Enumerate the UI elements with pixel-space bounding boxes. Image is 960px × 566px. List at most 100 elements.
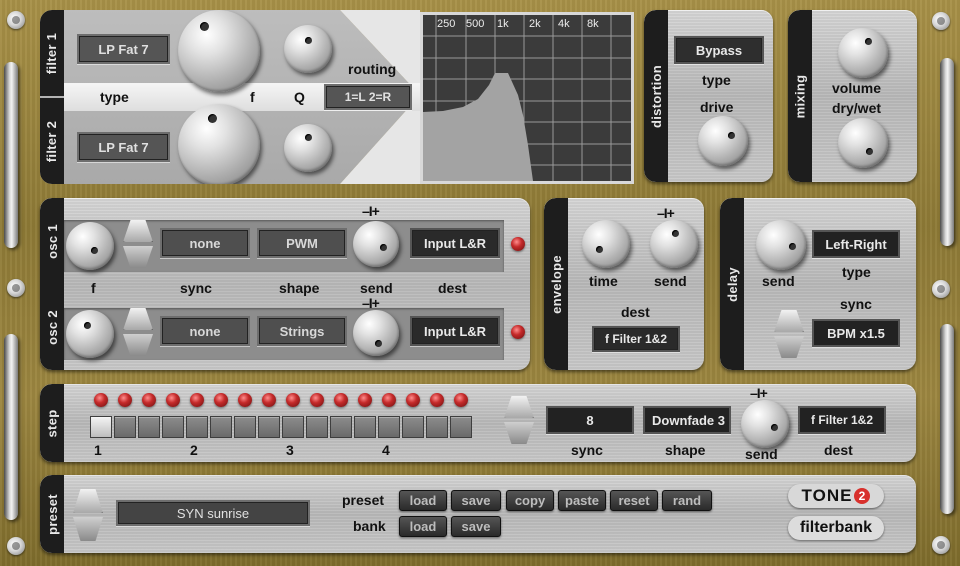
- step-send-knob[interactable]: [741, 400, 789, 448]
- step-led: [94, 393, 108, 407]
- arrow-up-icon[interactable]: [73, 489, 103, 513]
- delay-sync-display[interactable]: BPM x1.5: [812, 319, 900, 347]
- screw-icon: [932, 12, 950, 30]
- paste-button[interactable]: paste: [558, 490, 606, 511]
- step-button[interactable]: [90, 416, 112, 438]
- step-button[interactable]: [306, 416, 328, 438]
- bank-save-button[interactable]: save: [451, 516, 501, 537]
- step-sync-display[interactable]: 8: [546, 406, 634, 434]
- beat-label: 1: [94, 442, 102, 458]
- arrow-down-icon[interactable]: [504, 422, 534, 444]
- bank-load-button[interactable]: load: [399, 516, 447, 537]
- osc1-sync-spinner[interactable]: [123, 220, 153, 268]
- osc2-send-knob[interactable]: [353, 310, 399, 356]
- envelope-send-knob[interactable]: [650, 220, 698, 268]
- delay-send-knob[interactable]: [756, 220, 806, 270]
- step-panel: step 1 2 3 4 8 sync Downfade 3 shape –I+…: [40, 384, 916, 462]
- distortion-drive-knob[interactable]: [698, 116, 748, 166]
- step-button[interactable]: [234, 416, 256, 438]
- rack-handle-right-top[interactable]: [940, 58, 954, 246]
- filter1-q-knob[interactable]: [284, 25, 332, 73]
- arrow-up-icon[interactable]: [504, 396, 534, 418]
- response-curve: [423, 73, 533, 181]
- envelope-dest-display[interactable]: f Filter 1&2: [592, 326, 680, 352]
- osc2-sync-display[interactable]: none: [160, 316, 250, 346]
- delay-tab: delay: [720, 198, 744, 370]
- filter2-q-knob[interactable]: [284, 124, 332, 172]
- osc2-f-knob[interactable]: [66, 310, 114, 358]
- osc2-dest-display[interactable]: Input L&R: [410, 316, 500, 346]
- arrow-down-icon[interactable]: [774, 336, 804, 358]
- volume-knob[interactable]: [838, 28, 888, 78]
- screw-icon: [7, 537, 25, 555]
- osc2-tab: osc 2: [40, 284, 64, 370]
- arrow-down-icon[interactable]: [123, 334, 153, 356]
- step-button[interactable]: [330, 416, 352, 438]
- arrow-up-icon[interactable]: [123, 308, 153, 330]
- filter-f-label: f: [250, 89, 255, 105]
- osc-dest-label: dest: [438, 280, 467, 296]
- step-sync-label: sync: [571, 442, 603, 458]
- step-button[interactable]: [258, 416, 280, 438]
- routing-display[interactable]: 1=L 2=R: [324, 84, 412, 110]
- osc2-shape-display[interactable]: Strings: [257, 316, 347, 346]
- drywet-knob[interactable]: [838, 118, 888, 168]
- filter2-f-knob[interactable]: [178, 104, 260, 184]
- filter2-tab: filter 2: [40, 98, 64, 184]
- step-button[interactable]: [210, 416, 232, 438]
- preset-load-button[interactable]: load: [399, 490, 447, 511]
- osc1-sync-display[interactable]: none: [160, 228, 250, 258]
- arrow-down-icon[interactable]: [123, 246, 153, 268]
- filter1-type-display[interactable]: LP Fat 7: [77, 34, 170, 64]
- screw-icon: [932, 536, 950, 554]
- rack-handle-left-top[interactable]: [4, 62, 18, 248]
- step-button[interactable]: [162, 416, 184, 438]
- step-button[interactable]: [450, 416, 472, 438]
- reset-button[interactable]: reset: [610, 490, 658, 511]
- screw-icon: [932, 280, 950, 298]
- envelope-time-knob[interactable]: [582, 220, 630, 268]
- step-button[interactable]: [114, 416, 136, 438]
- delay-sync-spinner[interactable]: [774, 310, 804, 358]
- step-led: [118, 393, 132, 407]
- step-button[interactable]: [138, 416, 160, 438]
- rand-button[interactable]: rand: [662, 490, 712, 511]
- step-button[interactable]: [402, 416, 424, 438]
- arrow-down-icon[interactable]: [73, 517, 103, 541]
- screw-icon: [7, 279, 25, 297]
- step-button[interactable]: [378, 416, 400, 438]
- step-shape-display[interactable]: Downfade 3: [643, 406, 731, 434]
- step-dest-display[interactable]: f Filter 1&2: [798, 406, 886, 434]
- osc1-send-knob[interactable]: [353, 221, 399, 267]
- drywet-label: dry/wet: [832, 100, 882, 116]
- delay-type-display[interactable]: Left-Right: [812, 230, 900, 258]
- osc1-shape-display[interactable]: PWM: [257, 228, 347, 258]
- arrow-up-icon[interactable]: [774, 310, 804, 332]
- mixing-tab: mixing: [788, 10, 812, 182]
- step-button[interactable]: [426, 416, 448, 438]
- step-dest-label: dest: [824, 442, 853, 458]
- preset-spinner[interactable]: [73, 489, 103, 541]
- osc1-tab-label: osc 1: [44, 223, 60, 259]
- filter1-f-knob[interactable]: [178, 10, 260, 92]
- filter2-type-display[interactable]: LP Fat 7: [77, 132, 170, 162]
- rack-handle-left-bottom[interactable]: [4, 334, 18, 520]
- osc2-sync-spinner[interactable]: [123, 308, 153, 356]
- step-button[interactable]: [186, 416, 208, 438]
- step-led: [382, 393, 396, 407]
- osc-shape-label: shape: [279, 280, 320, 296]
- osc1-dest-display[interactable]: Input L&R: [410, 228, 500, 258]
- copy-button[interactable]: copy: [506, 490, 554, 511]
- osc1-f-knob[interactable]: [66, 222, 114, 270]
- distortion-tab-label: distortion: [648, 64, 664, 128]
- preset-save-button[interactable]: save: [451, 490, 501, 511]
- arrow-up-icon[interactable]: [123, 220, 153, 242]
- freq-label: 2k: [529, 18, 541, 30]
- preset-name-display[interactable]: SYN sunrise: [116, 500, 310, 526]
- rack-handle-right-bottom[interactable]: [940, 324, 954, 514]
- distortion-type-display[interactable]: Bypass: [674, 36, 764, 64]
- tone2-logo-text: TONE: [801, 486, 853, 505]
- step-button[interactable]: [354, 416, 376, 438]
- step-button[interactable]: [282, 416, 304, 438]
- step-sync-spinner[interactable]: [504, 396, 534, 444]
